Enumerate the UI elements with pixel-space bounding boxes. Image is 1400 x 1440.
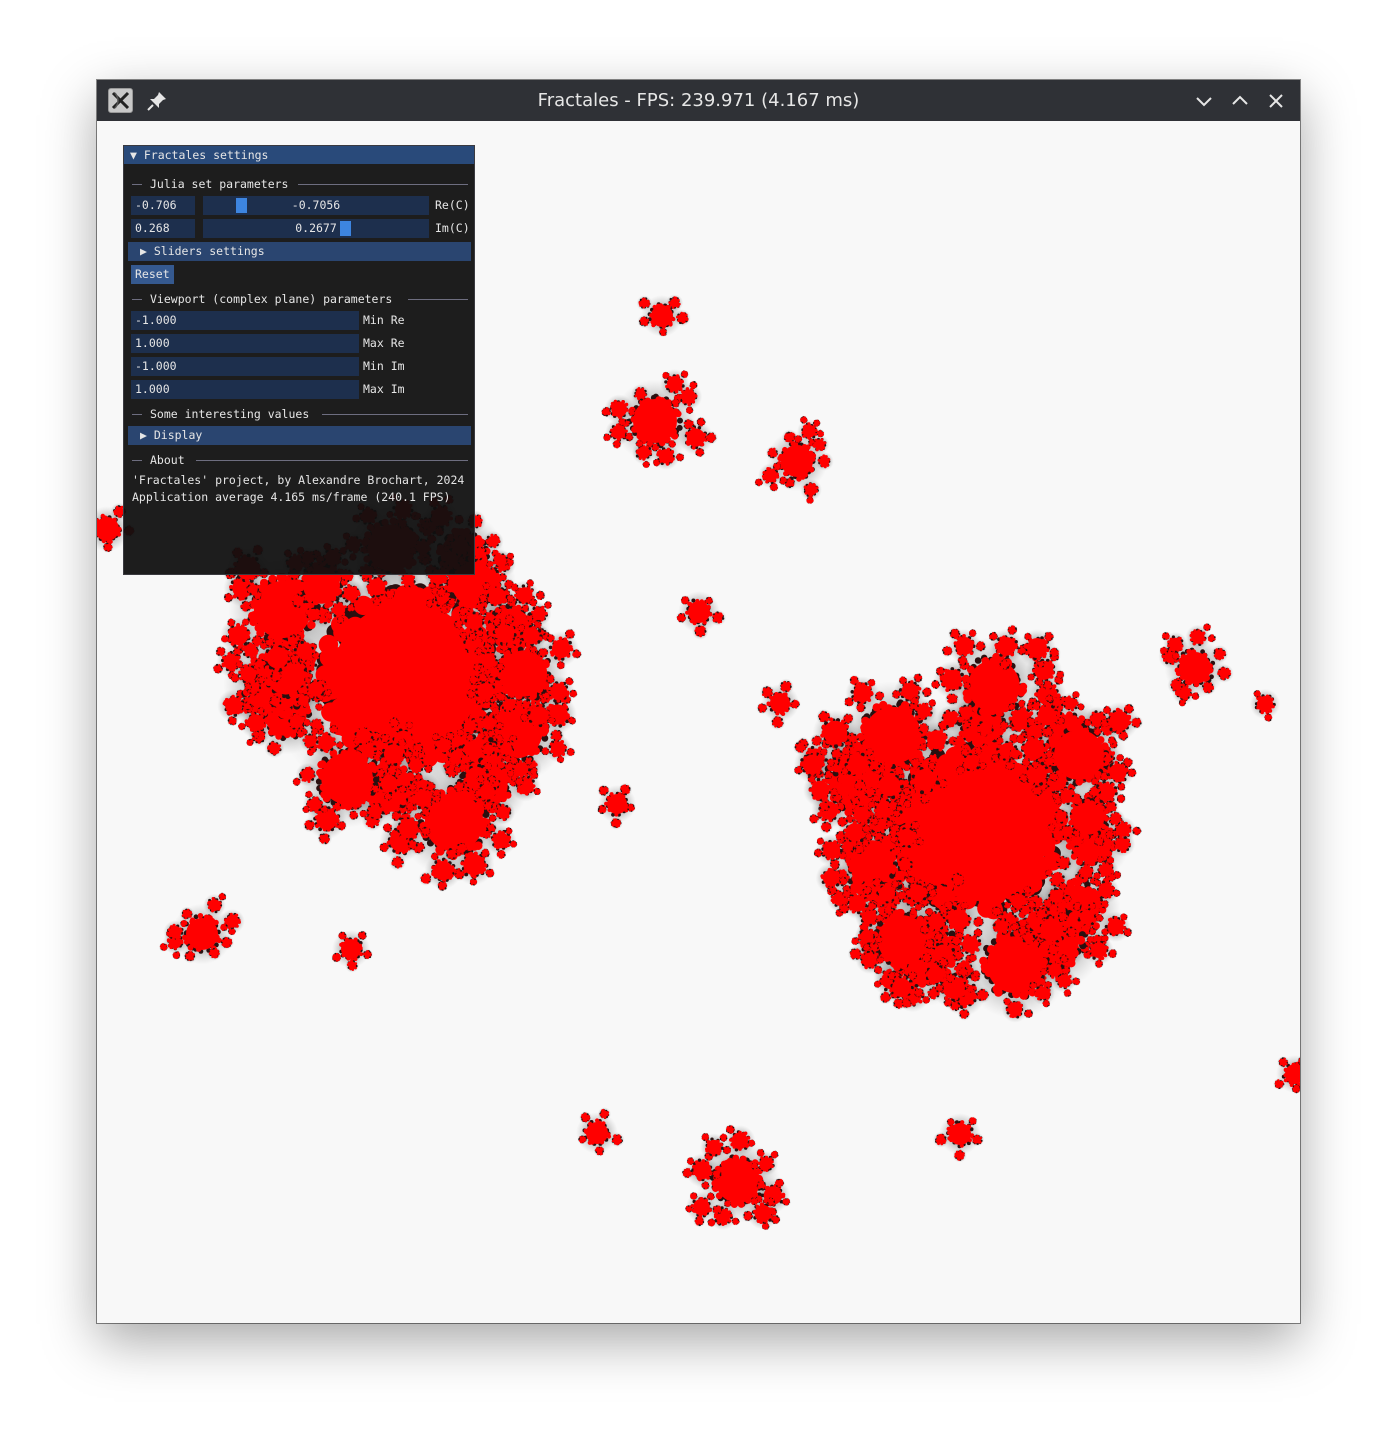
app-window: Fractales - FPS: 239.971 (4.167 ms) ▼ Fr… [97, 80, 1300, 1323]
min-im-label: Min Im [363, 357, 405, 376]
sliders-settings-label: Sliders settings [154, 244, 265, 258]
viewport-section-header: Viewport (complex plane) parameters [132, 292, 468, 306]
panel-titlebar[interactable]: ▼ Fractales settings [124, 146, 474, 164]
im-c-slider[interactable]: 0.2677 [203, 219, 429, 238]
collapse-arrow-icon[interactable]: ▼ [130, 148, 144, 162]
interesting-values-header: Some interesting values [132, 407, 468, 421]
display-header[interactable]: ▶ Display [128, 426, 471, 445]
im-c-slider-grab[interactable] [340, 221, 351, 236]
im-c-slider-value: 0.2677 [295, 221, 337, 235]
re-c-label: Re(C) [435, 196, 470, 215]
fractal-canvas[interactable]: ▼ Fractales settings Julia set parameter… [97, 121, 1300, 1323]
expand-arrow-icon: ▶ [140, 428, 154, 442]
settings-panel[interactable]: ▼ Fractales settings Julia set parameter… [123, 145, 475, 575]
about-text: 'Fractales' project, by Alexandre Brocha… [132, 473, 464, 488]
min-re-label: Min Re [363, 311, 405, 330]
section-label: Julia set parameters [150, 177, 288, 191]
re-c-slider-grab[interactable] [236, 198, 247, 213]
reset-button[interactable]: Reset [131, 265, 174, 284]
im-c-label: Im(C) [435, 219, 470, 238]
section-label: Some interesting values [150, 407, 309, 421]
window-titlebar[interactable]: Fractales - FPS: 239.971 (4.167 ms) [97, 80, 1300, 121]
expand-arrow-icon: ▶ [140, 244, 154, 258]
julia-section-header: Julia set parameters [132, 177, 468, 191]
about-section-header: About [132, 453, 468, 467]
max-im-input[interactable]: 1.000 [131, 380, 359, 399]
sliders-settings-header[interactable]: ▶ Sliders settings [128, 242, 471, 261]
display-label: Display [154, 428, 202, 442]
panel-title: Fractales settings [144, 148, 269, 162]
re-c-slider[interactable]: -0.7056 [203, 196, 429, 215]
pin-icon[interactable] [145, 89, 169, 113]
re-c-input[interactable]: -0.706 [131, 196, 195, 215]
section-label: Viewport (complex plane) parameters [150, 292, 392, 306]
min-im-input[interactable]: -1.000 [131, 357, 359, 376]
max-re-label: Max Re [363, 334, 405, 353]
max-re-input[interactable]: 1.000 [131, 334, 359, 353]
re-c-slider-value: -0.7056 [292, 198, 340, 212]
fps-text: Application average 4.165 ms/frame (240.… [132, 490, 451, 505]
chevron-up-icon[interactable] [1228, 89, 1252, 113]
section-label: About [150, 453, 185, 467]
max-im-label: Max Im [363, 380, 405, 399]
im-c-input[interactable]: 0.268 [131, 219, 195, 238]
x-app-icon[interactable] [108, 88, 133, 113]
close-icon[interactable] [1264, 89, 1288, 113]
chevron-down-icon[interactable] [1192, 89, 1216, 113]
window-title: Fractales - FPS: 239.971 (4.167 ms) [97, 80, 1300, 121]
min-re-input[interactable]: -1.000 [131, 311, 359, 330]
